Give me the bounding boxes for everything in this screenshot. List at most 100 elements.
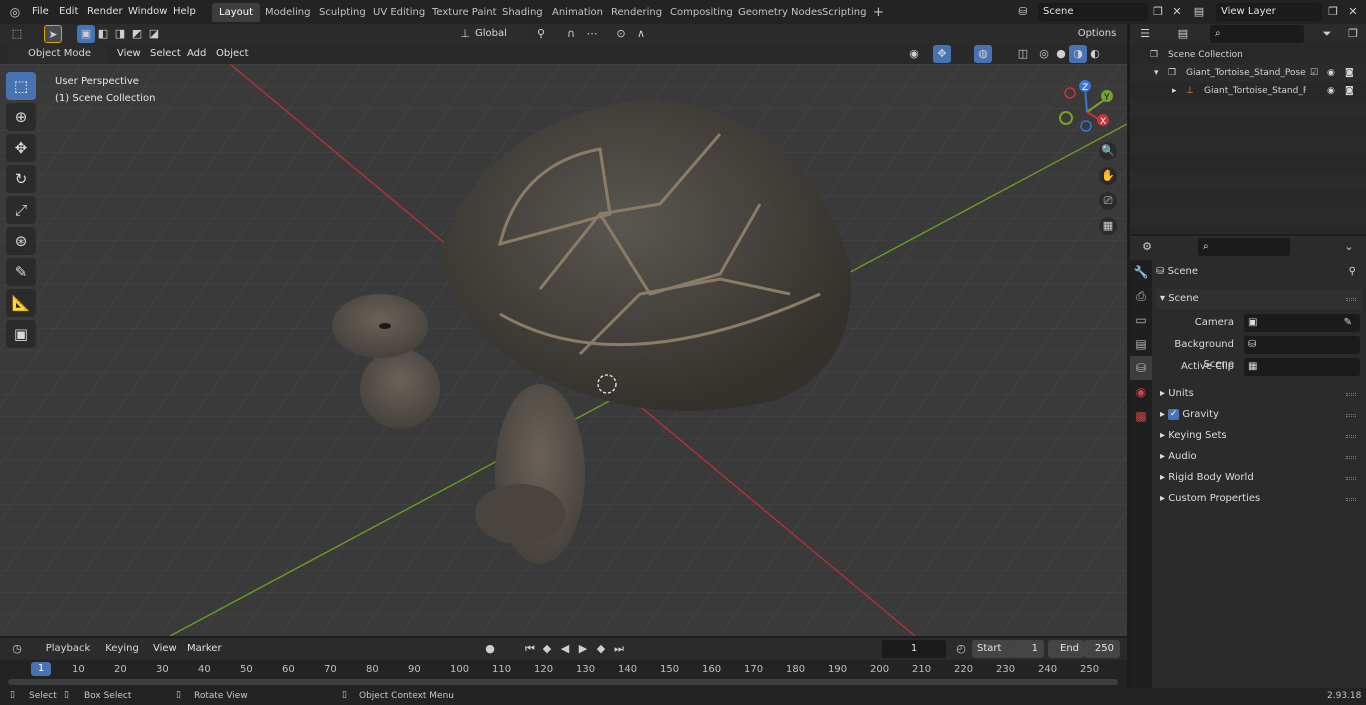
transform-icon[interactable]: ⊛	[6, 227, 36, 255]
tab-scripting[interactable]: Scripting	[815, 3, 873, 22]
menu-edit[interactable]: Edit	[54, 3, 83, 20]
tool-tab-icon[interactable]: 🔧	[1130, 260, 1152, 284]
mode-invert-icon[interactable]: ◩	[128, 25, 146, 43]
properties-options-icon[interactable]: ⌄	[1340, 238, 1358, 256]
panel-audio[interactable]: ▸ Audio	[1156, 447, 1362, 467]
timer-icon[interactable]: ◴	[952, 640, 970, 658]
record-icon[interactable]: ●	[481, 640, 499, 658]
add-workspace-button[interactable]: +	[866, 3, 891, 22]
properties-search-field[interactable]: ⌕	[1198, 238, 1290, 256]
scale-icon[interactable]: ⤢	[6, 196, 36, 224]
cursor-icon[interactable]: ⊕	[6, 103, 36, 131]
jump-end-icon[interactable]: ⏭	[610, 640, 628, 658]
outliner-search-field[interactable]: ⌕	[1210, 25, 1304, 43]
play-icon[interactable]: ▶	[574, 640, 592, 658]
panel-units[interactable]: ▸ Units	[1156, 384, 1362, 404]
gizmo-toggle-icon[interactable]: ✥	[933, 45, 951, 63]
timeline-ruler[interactable]: 1 10 20 30 40 50 60 70 80 90 100 110 120 130 140 150 16…	[0, 660, 1127, 688]
overlay-toggle-icon[interactable]: ◍	[974, 45, 992, 63]
move-icon[interactable]: ✥	[6, 134, 36, 162]
viewport-menu-add[interactable]: Add	[182, 45, 211, 62]
drag-grip-icon[interactable]	[1346, 298, 1356, 301]
tab-sculpting[interactable]: Sculpting	[312, 3, 373, 22]
eye-icon[interactable]: ◉	[1327, 82, 1335, 100]
tab-layout[interactable]: Layout	[212, 3, 260, 22]
expand-arrow-icon[interactable]: ▾	[1154, 64, 1159, 82]
scene-selector-icon[interactable]: ⛁	[1014, 3, 1032, 21]
panel-rigid-body-world[interactable]: ▸ Rigid Body World	[1156, 468, 1362, 488]
select-box-icon[interactable]: ⬚	[6, 72, 36, 100]
new-view-layer-icon[interactable]: ❐	[1324, 3, 1342, 21]
drag-grip-icon[interactable]	[1346, 477, 1356, 480]
zoom-icon[interactable]: 🔍	[1099, 142, 1117, 160]
rendered-shading-icon[interactable]: ◐	[1086, 45, 1104, 63]
playhead[interactable]: 1	[31, 662, 51, 676]
play-reverse-icon[interactable]: ◀	[556, 640, 574, 658]
falloff-icon[interactable]: ∧	[632, 25, 650, 43]
drag-grip-icon[interactable]	[1346, 393, 1356, 396]
snap-icon[interactable]: ∩	[562, 25, 580, 43]
active-clip-field[interactable]	[1244, 358, 1360, 376]
proportional-edit-icon[interactable]: ⊙	[612, 25, 630, 43]
world-tab-icon[interactable]: ◉	[1130, 380, 1152, 404]
menu-help[interactable]: Help	[168, 3, 201, 20]
tab-uv-editing[interactable]: UV Editing	[366, 3, 432, 22]
timeline-scrollbar[interactable]	[8, 679, 1118, 685]
gravity-checkbox[interactable]: ✓	[1168, 408, 1180, 420]
scene-panel-header[interactable]: ▾ Scene	[1156, 289, 1362, 309]
outliner-editor-icon[interactable]: ☰	[1136, 25, 1154, 43]
view-layer-icon[interactable]: ▤	[1190, 3, 1208, 21]
playback-menu[interactable]: Playback	[40, 640, 96, 658]
timeline-view-menu[interactable]: View	[148, 640, 182, 657]
ortho-toggle-icon[interactable]: ▦	[1099, 217, 1117, 235]
new-scene-icon[interactable]: ❐	[1149, 3, 1167, 21]
transform-orientation-select[interactable]: Global	[472, 25, 524, 43]
options-button[interactable]: Options	[1070, 25, 1124, 43]
mode-intersect-icon[interactable]: ◪	[145, 25, 163, 43]
solid-shading-icon[interactable]: ●	[1052, 45, 1070, 63]
jump-start-icon[interactable]: ⏮	[521, 640, 539, 658]
camera-render-icon[interactable]: ◙	[1345, 64, 1354, 82]
texture-tab-icon[interactable]: ▩	[1130, 404, 1152, 428]
menu-window[interactable]: Window	[123, 3, 172, 20]
tab-compositing[interactable]: Compositing	[663, 3, 740, 22]
drag-grip-icon[interactable]	[1346, 456, 1356, 459]
properties-editor-icon[interactable]: ⚙	[1138, 238, 1156, 256]
tab-animation[interactable]: Animation	[545, 3, 610, 22]
menu-file[interactable]: File	[27, 3, 54, 20]
camera-render-icon[interactable]: ◙	[1345, 82, 1354, 100]
viewport-menu-select[interactable]: Select	[145, 45, 186, 62]
material-shading-icon[interactable]: ◑	[1069, 45, 1087, 63]
annotate-icon[interactable]: ✎	[6, 258, 36, 286]
scene-tab-icon[interactable]: ⛁	[1130, 356, 1152, 380]
new-collection-icon[interactable]: ❐	[1344, 25, 1362, 43]
next-keyframe-icon[interactable]: ◆	[592, 640, 610, 658]
pivot-icon[interactable]: ⚲	[532, 25, 550, 43]
tab-modeling[interactable]: Modeling	[258, 3, 318, 22]
3d-viewport[interactable]: ⬚ ⊕ ✥ ↻ ⤢ ⊛ ✎ 📐 ▣ User Perspective (1) S…	[0, 64, 1127, 636]
viewport-menu-view[interactable]: View	[112, 45, 146, 62]
expand-arrow-icon[interactable]: ▸	[1172, 82, 1177, 100]
camera-field[interactable]	[1244, 314, 1360, 332]
measure-icon[interactable]: 📐	[6, 289, 36, 317]
tab-shading[interactable]: Shading	[495, 3, 550, 22]
navigation-gizmo[interactable]: Z Y X	[1055, 76, 1125, 146]
filter-icon[interactable]: ⏷	[1318, 25, 1336, 43]
outliner-row-collection[interactable]: ▾ ❐ Giant_Tortoise_Stand_Pose_0( ☑ ◉ ◙	[1130, 64, 1366, 82]
panel-custom-properties[interactable]: ▸ Custom Properties	[1156, 489, 1362, 509]
snap-target-icon[interactable]: ⋯	[583, 25, 601, 43]
eye-icon[interactable]: ◉	[1327, 64, 1335, 82]
outliner-row-object[interactable]: ▸ ⊥ Giant_Tortoise_Stand_Pos ◉ ◙	[1130, 82, 1366, 100]
keying-menu[interactable]: Keying	[98, 640, 146, 658]
menu-render[interactable]: Render	[82, 3, 128, 20]
add-cube-icon[interactable]: ▣	[6, 320, 36, 348]
mode-subtract-icon[interactable]: ◨	[111, 25, 129, 43]
drag-grip-icon[interactable]	[1346, 414, 1356, 417]
view-layer-tab-icon[interactable]: ▤	[1130, 332, 1152, 356]
render-tab-icon[interactable]: ⎙	[1130, 284, 1152, 308]
editor-type-icon[interactable]: ⬚	[8, 25, 26, 43]
prev-keyframe-icon[interactable]: ◆	[538, 640, 556, 658]
outliner-row-scene-collection[interactable]: ❐ Scene Collection	[1130, 46, 1366, 64]
view-layer-field[interactable]: View Layer	[1216, 3, 1322, 21]
panel-keying-sets[interactable]: ▸ Keying Sets	[1156, 426, 1362, 446]
